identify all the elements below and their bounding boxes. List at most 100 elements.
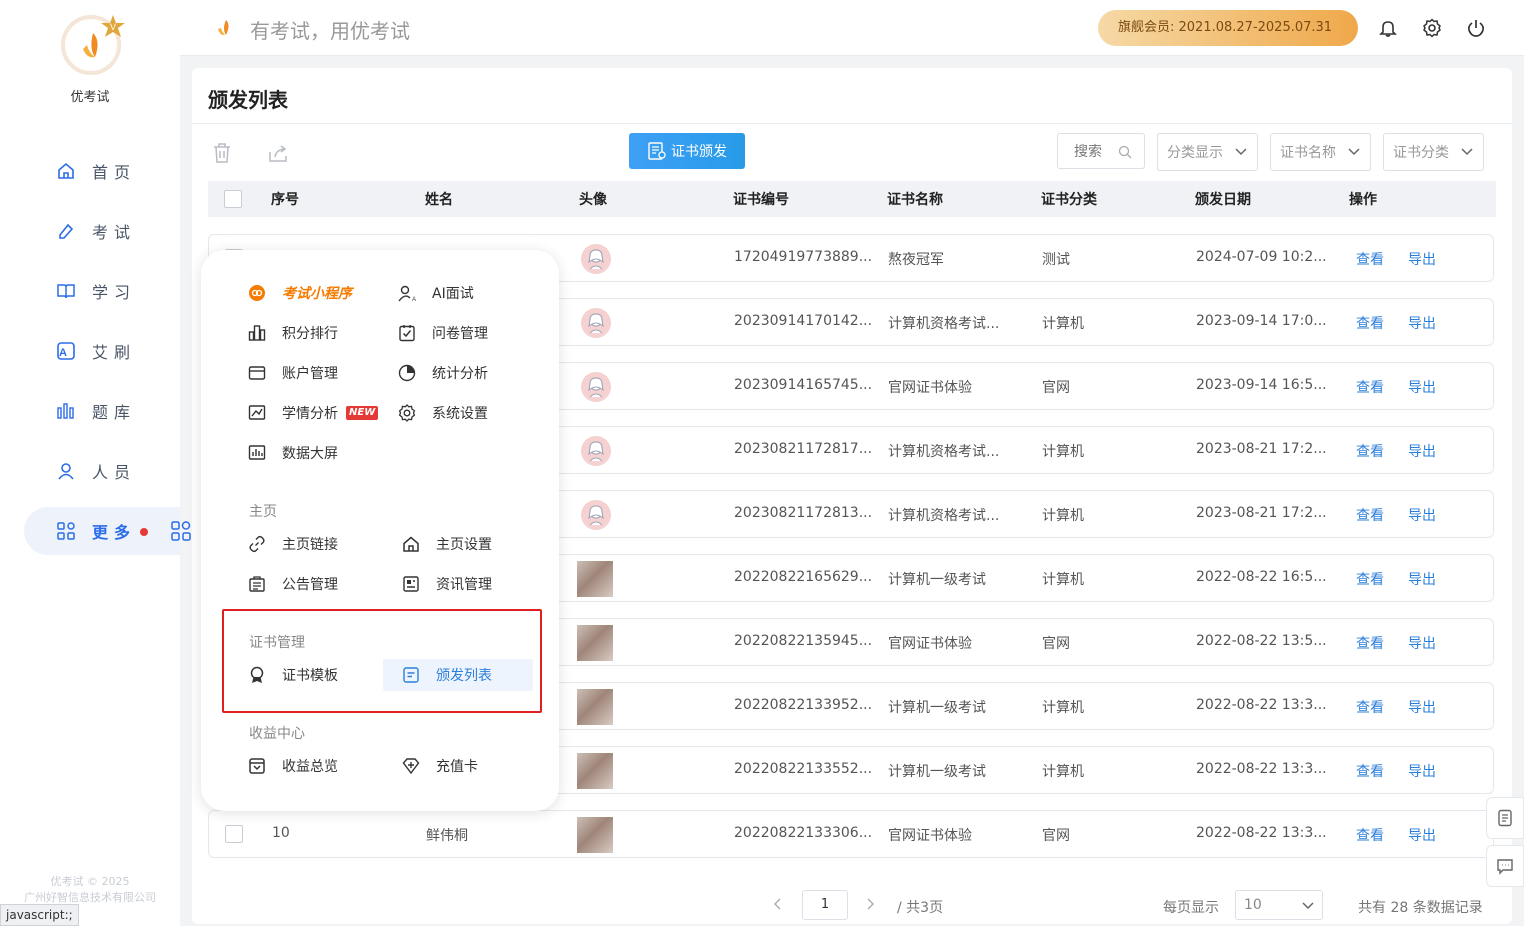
svg-text:V: V — [110, 22, 116, 32]
gear-icon[interactable] — [1422, 18, 1442, 38]
export-icon[interactable] — [267, 142, 289, 164]
membership-badge[interactable]: 旗舰会员: 2021.08.27-2025.07.31 — [1098, 10, 1358, 46]
sidebar-item-users[interactable]: 人员 — [24, 447, 180, 495]
menu-item-data-screen[interactable]: 数据大屏 — [248, 441, 338, 465]
sidebar-item-study[interactable]: 学习 — [24, 267, 180, 315]
view-link[interactable]: 查看 — [1356, 633, 1384, 653]
floating-notes-button[interactable] — [1486, 797, 1524, 839]
menu-item-exam-mini-program[interactable]: 考试小程序 — [248, 281, 352, 305]
export-link[interactable]: 导出 — [1408, 569, 1436, 589]
select-all-checkbox[interactable] — [224, 190, 242, 208]
power-icon[interactable] — [1466, 18, 1486, 38]
view-link[interactable]: 查看 — [1356, 377, 1384, 397]
menu-item-learning-analysis[interactable]: 学情分析 NEW — [248, 401, 379, 425]
export-link[interactable]: 导出 — [1408, 505, 1436, 525]
export-link[interactable]: 导出 — [1408, 249, 1436, 269]
view-link[interactable]: 查看 — [1356, 761, 1384, 781]
cell-cert-no: 20220822135945... — [734, 633, 873, 649]
menu-item-home-settings[interactable]: 主页设置 — [402, 532, 492, 556]
sidebar-item-more[interactable]: 更多 — [24, 507, 180, 555]
menu-item-label: 学情分析 — [282, 406, 338, 422]
next-page-icon[interactable] — [865, 898, 875, 910]
menu-item-statistics[interactable]: 统计分析 — [398, 361, 488, 385]
menu-item-revenue-overview[interactable]: 收益总览 — [248, 754, 338, 778]
sidebar-item-home[interactable]: 首页 — [24, 147, 180, 195]
menu-item-announcements[interactable]: 公告管理 — [248, 572, 338, 596]
menu-item-ai-interview[interactable]: AI AI面试 — [398, 281, 474, 305]
chevron-down-icon — [1461, 148, 1473, 156]
floating-chat-button[interactable] — [1486, 845, 1524, 887]
menu-item-label: 系统设置 — [432, 406, 488, 422]
menu-item-news[interactable]: 资讯管理 — [402, 572, 492, 596]
menu-item-home-link[interactable]: 主页链接 — [248, 532, 338, 556]
cell-cert-no: 20230914165745... — [734, 377, 873, 393]
sidebar-item-question-bank[interactable]: 题库 — [24, 387, 180, 435]
cell-category: 计算机 — [1042, 572, 1084, 588]
export-link[interactable]: 导出 — [1408, 825, 1436, 845]
view-link[interactable]: 查看 — [1356, 441, 1384, 461]
cell-category: 计算机 — [1042, 444, 1084, 460]
practice-icon: A — [57, 342, 75, 360]
column-header: 序号 — [271, 192, 299, 208]
certificate-name-select[interactable]: 证书名称 — [1270, 133, 1371, 171]
menu-item-label: 收益总览 — [282, 759, 338, 775]
user-icon — [58, 463, 74, 480]
view-link[interactable]: 查看 — [1356, 697, 1384, 717]
export-link[interactable]: 导出 — [1408, 761, 1436, 781]
menu-item-label: 账户管理 — [282, 366, 338, 382]
brand-logo-icon — [218, 20, 229, 36]
row-checkbox[interactable] — [225, 825, 243, 843]
announcement-icon — [249, 576, 265, 592]
cell-cert-no: 20220822133552... — [734, 761, 873, 777]
view-link[interactable]: 查看 — [1356, 505, 1384, 525]
cell-date: 2022-08-22 13:5... — [1196, 633, 1327, 649]
certificate-category-select[interactable]: 证书分类 — [1383, 133, 1484, 171]
column-header: 颁发日期 — [1195, 192, 1251, 208]
more-menu-popup: 考试小程序 AI AI面试 积分排行 问卷管理 账户管理 统计分析 学情分析 N… — [201, 250, 559, 811]
avatar — [577, 753, 613, 789]
view-link[interactable]: 查看 — [1356, 313, 1384, 333]
survey-icon — [399, 325, 415, 342]
menu-item-survey[interactable]: 问卷管理 — [398, 321, 488, 345]
export-link[interactable]: 导出 — [1408, 697, 1436, 717]
view-link[interactable]: 查看 — [1356, 249, 1384, 269]
settings-icon — [398, 404, 416, 422]
export-link[interactable]: 导出 — [1408, 633, 1436, 653]
view-link[interactable]: 查看 — [1356, 825, 1384, 845]
sidebar-label: 题库 — [92, 403, 137, 422]
svg-text:A: A — [59, 347, 73, 359]
more-grid-icon[interactable] — [170, 520, 192, 542]
cell-category: 官网 — [1042, 380, 1070, 396]
export-link[interactable]: 导出 — [1408, 313, 1436, 333]
sidebar: V 优考试 首页 考试 学习 A 艾刷 题库 人员 更多 优考试 © 2025 … — [0, 0, 191, 926]
cell-date: 2023-08-21 17:2... — [1196, 441, 1327, 457]
section-title-home: 主页 — [249, 504, 277, 520]
menu-item-ranking[interactable]: 积分排行 — [248, 321, 338, 345]
export-link[interactable]: 导出 — [1408, 377, 1436, 397]
revenue-icon — [249, 758, 265, 774]
menu-item-recharge-card[interactable]: 充值卡 — [402, 754, 478, 778]
menu-item-system-settings[interactable]: 系统设置 — [398, 401, 488, 425]
view-link[interactable]: 查看 — [1356, 569, 1384, 589]
cell-cert-name: 计算机资格考试... — [888, 316, 1000, 332]
menu-item-account[interactable]: 账户管理 — [248, 361, 338, 385]
page-number-input[interactable]: 1 — [802, 890, 848, 920]
sidebar-item-practice[interactable]: A 艾刷 — [24, 327, 180, 375]
category-display-select[interactable]: 分类显示 — [1157, 133, 1258, 171]
issue-certificate-button[interactable]: 证书颁发 — [629, 133, 745, 169]
cell-cert-no: 20230821172817... — [734, 441, 873, 457]
top-bar: 有考试，用优考试 旗舰会员: 2021.08.27-2025.07.31 — [180, 0, 1524, 56]
column-header: 证书分类 — [1041, 192, 1097, 208]
prev-page-icon[interactable] — [773, 898, 783, 910]
export-link[interactable]: 导出 — [1408, 441, 1436, 461]
delete-icon[interactable] — [211, 142, 233, 164]
sidebar-label: 更多 — [92, 523, 137, 542]
per-page-select[interactable]: 10 — [1235, 890, 1323, 920]
bell-icon[interactable] — [1378, 18, 1398, 38]
column-header: 证书编号 — [733, 192, 789, 208]
avatar — [577, 817, 613, 853]
search-button[interactable]: 搜索 — [1057, 133, 1145, 169]
cell-cert-name: 计算机一级考试 — [888, 700, 986, 716]
sidebar-item-exam[interactable]: 考试 — [24, 207, 180, 255]
avatar — [577, 625, 613, 661]
